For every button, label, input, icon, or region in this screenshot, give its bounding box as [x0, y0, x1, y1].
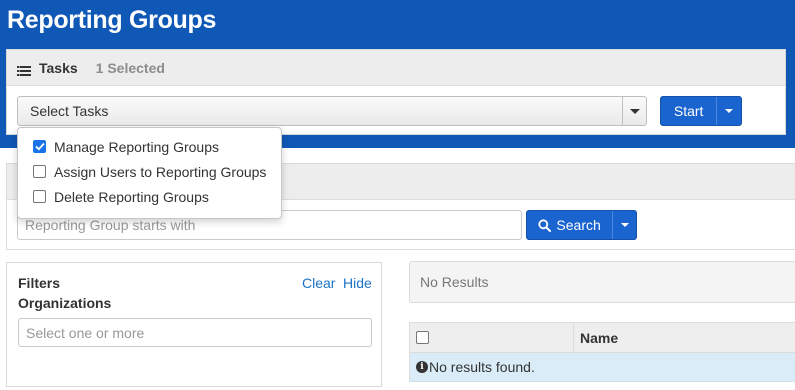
checkbox[interactable]: [33, 165, 46, 178]
checkbox[interactable]: [33, 190, 46, 203]
organizations-input[interactable]: [18, 318, 372, 347]
caret-down-icon: [725, 109, 734, 113]
select-all-checkbox[interactable]: [416, 331, 429, 344]
results-table: Name i No results found.: [409, 322, 795, 382]
hide-filters-link[interactable]: Hide: [343, 275, 372, 291]
menu-item-label: Delete Reporting Groups: [54, 188, 209, 205]
start-dropdown-toggle[interactable]: [716, 97, 741, 125]
menu-item-assign-users[interactable]: Assign Users to Reporting Groups: [18, 159, 281, 184]
tasks-label: Tasks: [39, 59, 78, 76]
select-tasks-dropdown[interactable]: Select Tasks: [17, 96, 647, 126]
start-button[interactable]: Start: [661, 97, 716, 125]
start-button-group: Start: [660, 96, 742, 126]
menu-item-delete-reporting-groups[interactable]: Delete Reporting Groups: [18, 184, 281, 209]
list-icon: [17, 63, 31, 76]
empty-results-message: No results found.: [429, 359, 535, 375]
clear-filters-link[interactable]: Clear: [302, 275, 335, 291]
search-button[interactable]: Search: [527, 211, 612, 239]
column-header-name[interactable]: Name: [574, 323, 795, 352]
tasks-panel: Tasks 1 Selected Select Tasks Start: [6, 49, 786, 135]
select-tasks-toggle[interactable]: [622, 97, 646, 125]
search-dropdown-toggle[interactable]: [612, 211, 636, 239]
tasks-panel-header: Tasks 1 Selected: [7, 50, 785, 86]
table-header: Name: [410, 322, 795, 353]
results-status-bar: No Results: [409, 261, 795, 303]
select-tasks-text: Select Tasks: [30, 103, 109, 119]
caret-down-icon: [620, 223, 629, 227]
menu-item-label: Manage Reporting Groups: [54, 138, 219, 155]
menu-item-manage-reporting-groups[interactable]: Manage Reporting Groups: [18, 134, 281, 159]
search-icon: [538, 218, 552, 232]
search-button-group: Search: [526, 210, 637, 240]
filters-title: Filters: [18, 275, 61, 291]
select-all-column: [410, 323, 574, 352]
organizations-label: Organizations: [18, 295, 112, 311]
page-title: Reporting Groups: [7, 6, 217, 34]
search-button-label: Search: [556, 217, 601, 233]
menu-item-label: Assign Users to Reporting Groups: [54, 163, 267, 180]
caret-down-icon: [629, 108, 640, 114]
tasks-selected-count: 1 Selected: [95, 59, 165, 76]
checkbox-checked[interactable]: [33, 140, 46, 153]
info-icon: i: [416, 361, 428, 373]
empty-results-row: i No results found.: [410, 353, 795, 382]
check-icon: [34, 142, 45, 151]
filters-panel: Filters Clear Hide Organizations: [6, 262, 382, 387]
tasks-dropdown-menu: Manage Reporting Groups Assign Users to …: [17, 127, 282, 219]
